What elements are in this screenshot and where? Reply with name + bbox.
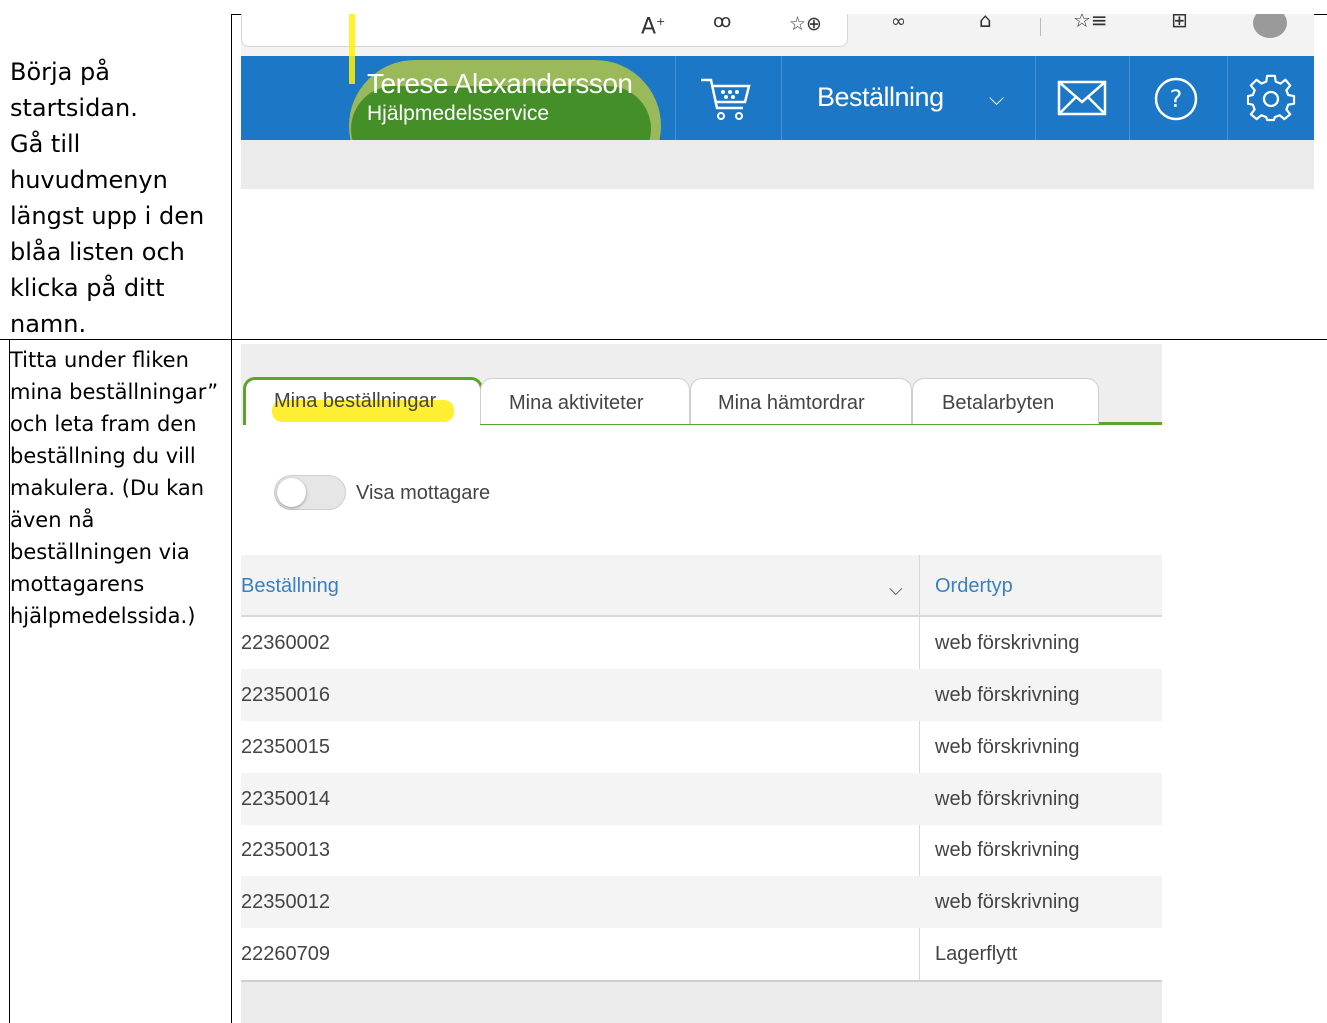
table-row[interactable]: 22350012 web förskrivning: [241, 876, 1162, 928]
puzzle-icon[interactable]: ⌂: [979, 14, 992, 32]
yellow-highlight-mark: [349, 14, 355, 84]
column-header-order-type[interactable]: Ordertyp: [935, 575, 1013, 598]
order-number: 22350013: [241, 839, 330, 861]
tab-label: Mina aktiviteter: [509, 392, 644, 414]
instruction-line: klicka på ditt: [10, 274, 165, 302]
instruction-line: Börja på: [10, 58, 110, 86]
nav-separator: [1129, 56, 1130, 140]
instruction-step-1: Börja på startsidan. Gå till huvudmenyn …: [10, 54, 220, 342]
order-number: 22360002: [241, 632, 330, 654]
table-row[interactable]: 22350015 web förskrivning: [241, 721, 1162, 773]
help-icon[interactable]: ?: [1153, 76, 1199, 122]
extensions-icon[interactable]: ∞: [891, 14, 906, 34]
chevron-down-icon[interactable]: ⌵: [989, 86, 1004, 110]
instruction-line: namn.: [10, 310, 87, 338]
nav-separator: [1035, 56, 1036, 140]
cart-icon[interactable]: [699, 74, 755, 122]
chevron-down-icon[interactable]: ⌵: [889, 579, 903, 600]
table-row[interactable]: 22350016 web förskrivning: [241, 669, 1162, 721]
sub-nav-bar: [241, 140, 1314, 189]
browser-toolbar: A+ ꝏ ☆⊕ ∞ ⌂ ☆≡ ⊞: [241, 14, 1314, 56]
table-header: Beställning ⌵ Ordertyp: [241, 555, 1162, 617]
table-row[interactable]: 22360002 web förskrivning: [241, 617, 1162, 669]
order-type: web förskrivning: [935, 788, 1080, 810]
instruction-line: huvudmenyn: [10, 166, 168, 194]
tab-label: Betalarbyten: [942, 392, 1055, 414]
order-menu-label[interactable]: Beställning: [817, 82, 944, 113]
nav-separator: [675, 56, 676, 140]
instruction-line: beställning du vill: [10, 444, 196, 468]
read-aloud-icon[interactable]: ꝏ: [713, 14, 731, 34]
instruction-line: hjälpmedelssida.): [10, 604, 196, 628]
instruction-line: blåa listen och: [10, 238, 185, 266]
profile-avatar-icon[interactable]: [1253, 14, 1287, 38]
order-type: web förskrivning: [935, 891, 1080, 913]
table-row[interactable]: 22260709 Lagerflytt: [241, 928, 1162, 980]
show-recipients-toggle[interactable]: [274, 475, 346, 510]
tab-my-activities[interactable]: Mina aktiviteter: [480, 378, 690, 424]
toolbar-separator: [1040, 18, 1041, 36]
gear-icon[interactable]: [1247, 74, 1297, 124]
tab-label: Mina hämtordrar: [718, 392, 865, 414]
instruction-line: Gå till: [10, 130, 81, 158]
order-type: Lagerflytt: [935, 943, 1018, 965]
nav-separator: [1227, 56, 1228, 140]
table-column-divider: [231, 14, 232, 1023]
collections-icon[interactable]: ⊞: [1171, 14, 1188, 32]
order-number: 22350016: [241, 684, 330, 706]
instruction-step-2: Titta under fliken mina beställningar” o…: [10, 344, 230, 632]
tab-my-pickup-orders[interactable]: Mina hämtordrar: [690, 378, 912, 424]
instruction-line: makulera. (Du kan: [10, 476, 205, 500]
instruction-line: mottagarens: [10, 572, 145, 596]
mail-icon[interactable]: [1057, 80, 1107, 116]
nav-separator: [781, 56, 782, 140]
browser-toolbar-panel: [241, 14, 848, 47]
user-name[interactable]: Terese Alexandersson: [367, 68, 633, 100]
screenshot-header: A+ ꝏ ☆⊕ ∞ ⌂ ☆≡ ⊞ Terese Alexandersson Hj…: [241, 14, 1314, 189]
main-nav-bar: Terese Alexandersson Hjälpmedelsservice …: [241, 56, 1314, 189]
show-recipients-label: Visa mottagare: [356, 482, 491, 504]
toggle-knob: [277, 478, 306, 507]
order-number: 22350015: [241, 736, 330, 758]
order-type: web förskrivning: [935, 632, 1080, 654]
tab-payer-changes[interactable]: Betalarbyten: [912, 378, 1099, 424]
order-type: web förskrivning: [935, 736, 1080, 758]
table-row[interactable]: 22350013 web förskrivning: [241, 824, 1162, 876]
order-number: 22350014: [241, 788, 330, 810]
instruction-line: även nå: [10, 508, 95, 532]
text-size-icon[interactable]: A+: [641, 14, 665, 39]
favorites-icon[interactable]: ☆≡: [1073, 14, 1108, 32]
column-header-order[interactable]: Beställning: [241, 575, 339, 598]
table-footer: [241, 980, 1162, 1023]
order-number: 22350012: [241, 891, 330, 913]
instruction-line: beställningen via: [10, 540, 190, 564]
instruction-line: startsidan.: [10, 94, 138, 122]
instruction-line: mina beställningar”: [10, 380, 219, 404]
tab-label: Mina beställningar: [274, 390, 437, 412]
order-type: web förskrivning: [935, 684, 1080, 706]
svg-text:?: ?: [1170, 85, 1183, 113]
table-row[interactable]: 22350014 web förskrivning: [241, 773, 1162, 825]
instruction-line: Titta under fliken: [10, 348, 189, 372]
order-number: 22260709: [241, 943, 330, 965]
screenshot-orders: Mina beställningar Mina aktiviteter Mina…: [241, 344, 1162, 1023]
add-favorite-icon[interactable]: ☆⊕: [789, 14, 822, 36]
instruction-line: och leta fram den: [10, 412, 197, 436]
instruction-line: längst upp i den: [10, 202, 205, 230]
user-organization[interactable]: Hjälpmedelsservice: [367, 102, 549, 126]
order-type: web förskrivning: [935, 839, 1080, 861]
tab-my-orders[interactable]: Mina beställningar: [243, 377, 483, 425]
